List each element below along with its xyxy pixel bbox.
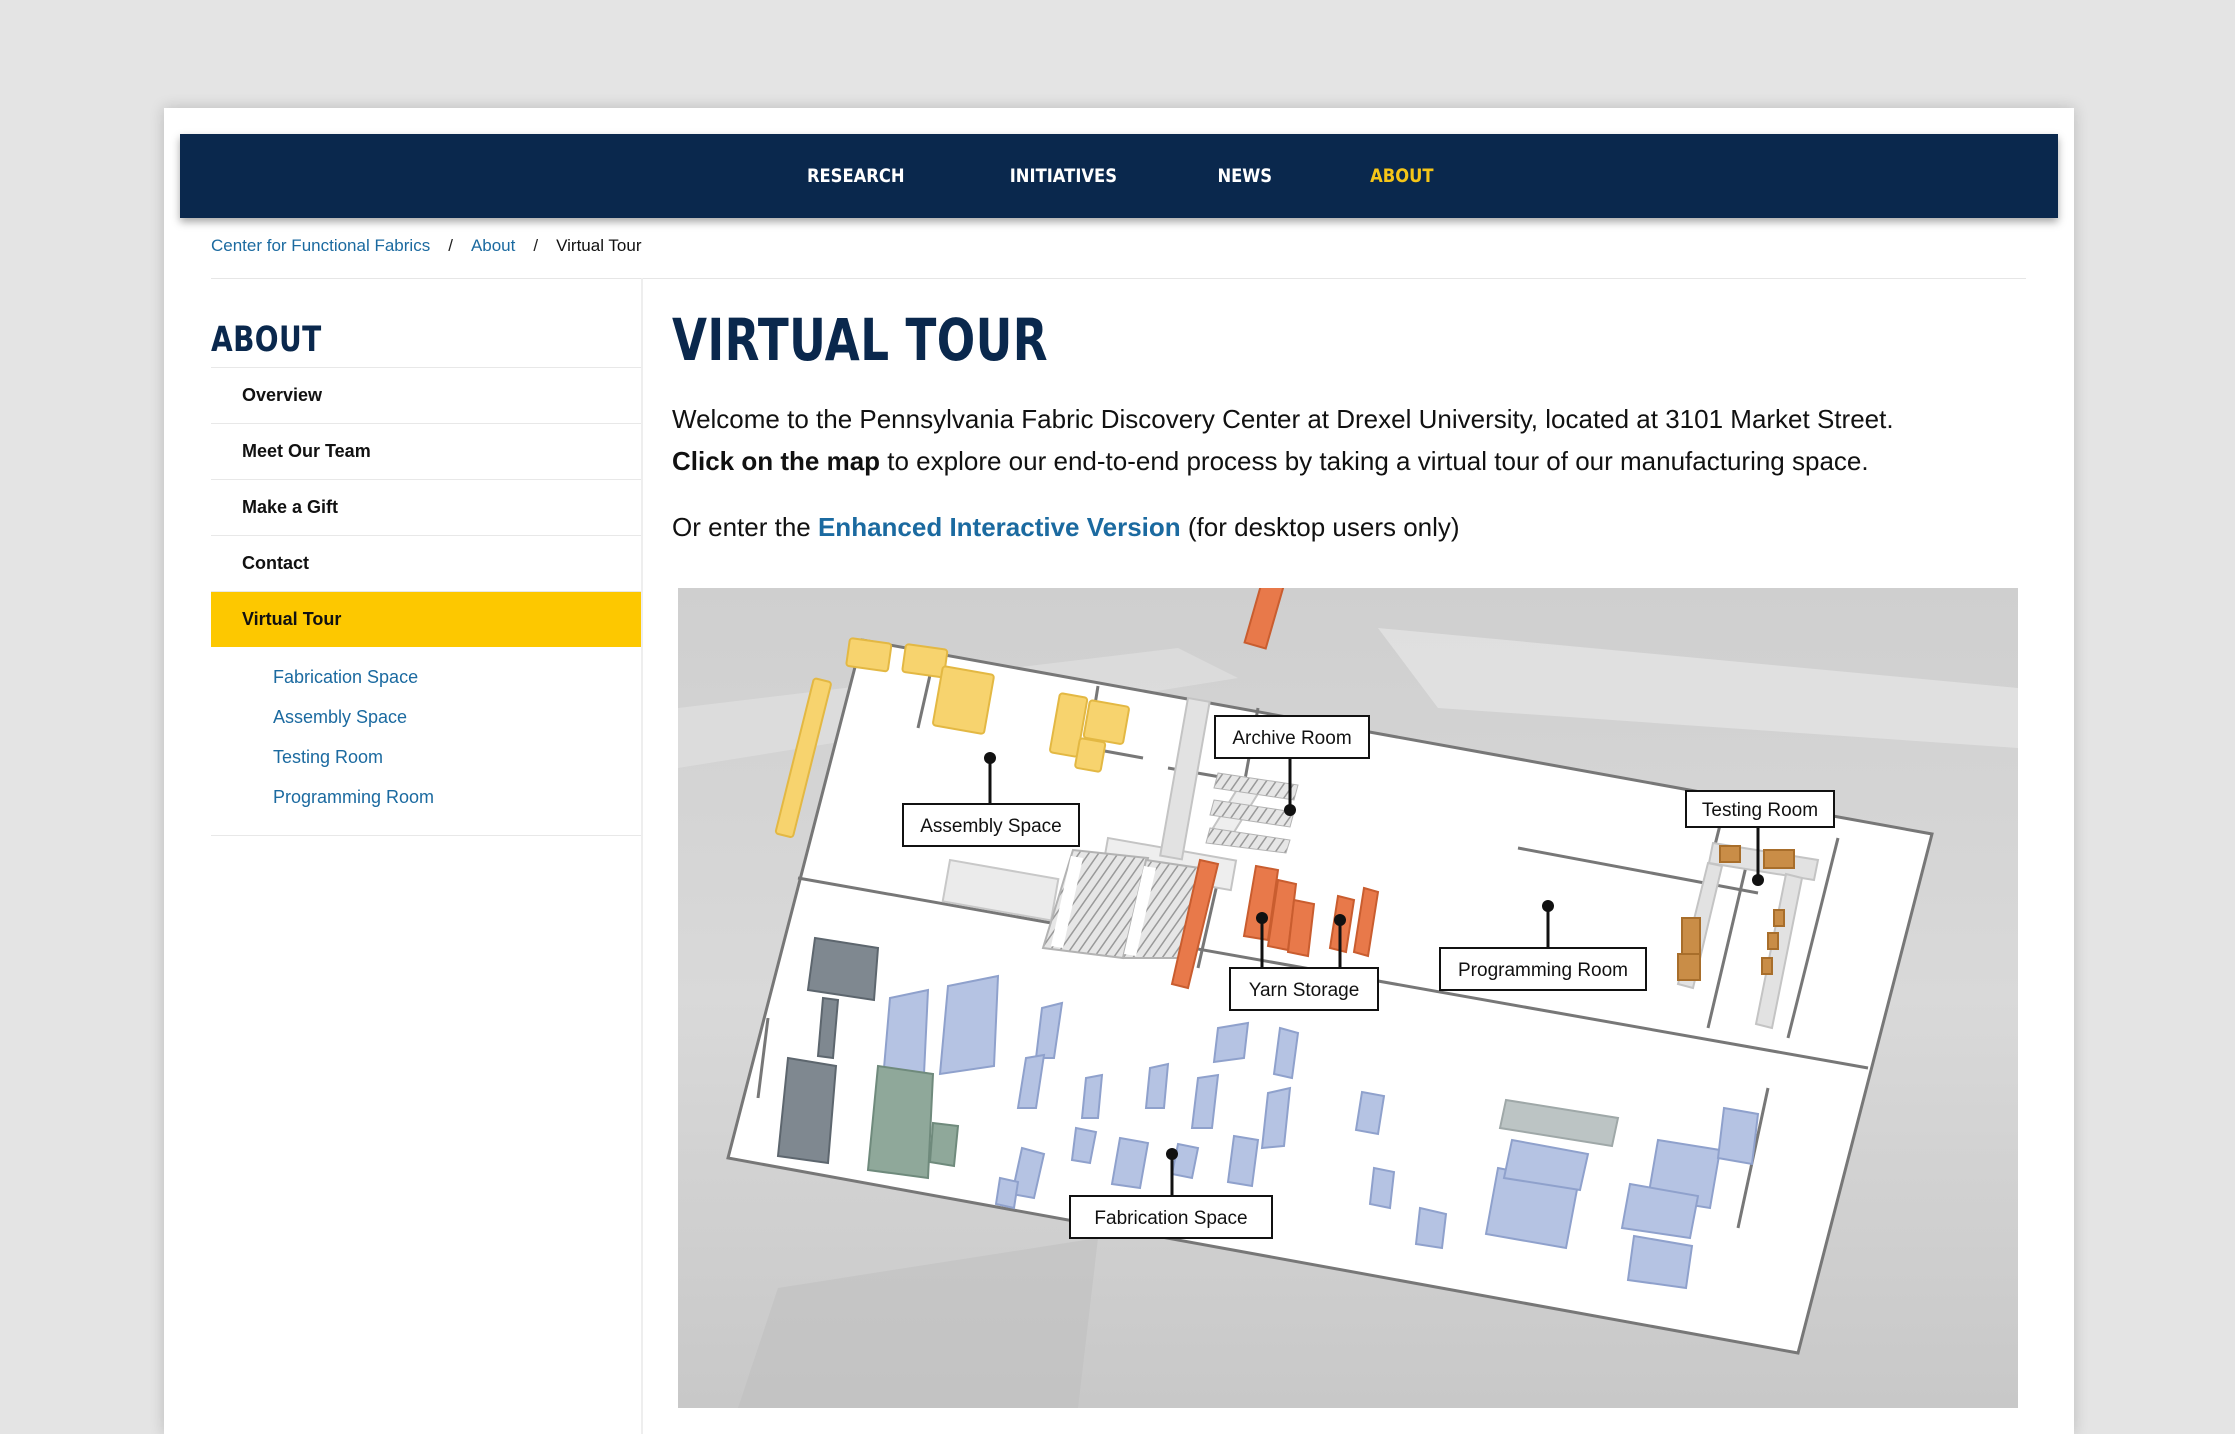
enhanced-suffix: (for desktop users only) <box>1180 512 1460 542</box>
floor-plan-svg: Archive Room Testing Room Assembly Space… <box>678 588 2018 1408</box>
intro-text: Welcome to the Pennsylvania Fabric Disco… <box>672 404 1894 434</box>
nav-research[interactable]: RESEARCH <box>807 165 905 187</box>
nav-initiatives[interactable]: INITIATIVES <box>1009 165 1116 187</box>
breadcrumb-current: Virtual Tour <box>556 236 642 255</box>
sidebar-item-make-a-gift[interactable]: Make a Gift <box>211 479 641 535</box>
top-navigation: RESEARCH INITIATIVES NEWS ABOUT <box>180 134 2058 218</box>
sidebar-item-virtual-tour[interactable]: Virtual Tour <box>211 591 641 647</box>
label-yarn-text: Yarn Storage <box>1249 980 1360 1001</box>
label-assembly-text: Assembly Space <box>920 816 1062 837</box>
breadcrumb-separator: / <box>533 236 539 255</box>
sidebar-title: ABOUT <box>211 320 322 360</box>
nav-news[interactable]: NEWS <box>1218 165 1273 187</box>
breadcrumb-home-link[interactable]: Center for Functional Fabrics <box>211 236 430 255</box>
main-content: VIRTUAL TOUR Welcome to the Pennsylvania… <box>672 308 2062 543</box>
intro-rest-text: to explore our end-to-end process by tak… <box>880 446 1869 476</box>
label-archive-text: Archive Room <box>1232 728 1351 749</box>
label-fabrication-text: Fabrication Space <box>1094 1208 1247 1229</box>
sidebar-subitem-programming-room[interactable]: Programming Room <box>211 777 641 817</box>
breadcrumb-about-link[interactable]: About <box>471 236 515 255</box>
enhanced-prefix: Or enter the <box>672 512 818 542</box>
sidebar-subitem-testing-room[interactable]: Testing Room <box>211 737 641 777</box>
intro-paragraph: Welcome to the Pennsylvania Fabric Disco… <box>672 398 2062 482</box>
enhanced-interactive-version-link[interactable]: Enhanced Interactive Version <box>818 512 1181 542</box>
archive-room-zone[interactable] <box>1205 772 1299 854</box>
breadcrumb: Center for Functional Fabrics / About / Virt… <box>211 236 641 256</box>
intro-bold-text: Click on the map <box>672 446 881 476</box>
sidebar-item-meet-our-team[interactable]: Meet Our Team <box>211 423 641 479</box>
sidebar-subitem-assembly-space[interactable]: Assembly Space <box>211 697 641 737</box>
label-testing-text: Testing Room <box>1702 800 1818 821</box>
sidebar-submenu: Fabrication Space Assembly Space Testing… <box>211 647 641 836</box>
sidebar-item-contact[interactable]: Contact <box>211 535 641 591</box>
sidebar: ABOUT Overview Meet Our Team Make a Gift… <box>211 278 643 1434</box>
floor-plan-map[interactable]: Archive Room Testing Room Assembly Space… <box>678 588 2018 1408</box>
nav-about[interactable]: ABOUT <box>1370 165 1433 187</box>
sidebar-item-overview[interactable]: Overview <box>211 367 641 423</box>
page-title: VIRTUAL TOUR <box>672 306 1049 374</box>
enhanced-version-line: Or enter the Enhanced Interactive Versio… <box>672 512 2062 543</box>
label-programming-text: Programming Room <box>1458 960 1628 981</box>
sidebar-menu: Overview Meet Our Team Make a Gift Conta… <box>211 367 641 836</box>
breadcrumb-separator: / <box>448 236 453 255</box>
sidebar-subitem-fabrication-space[interactable]: Fabrication Space <box>211 657 641 697</box>
